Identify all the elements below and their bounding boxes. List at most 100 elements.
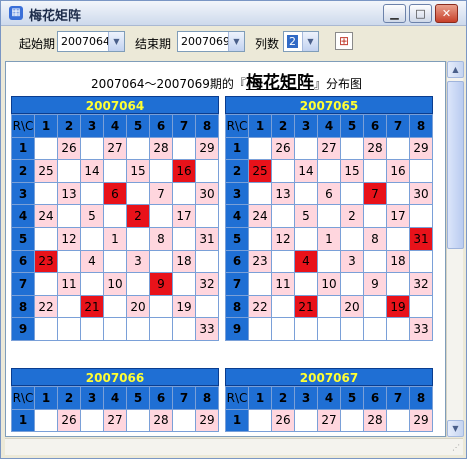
title-bar[interactable]: ▦ 梅花矩阵 ▁ □ ✕ bbox=[1, 1, 466, 26]
number-cell: 27 bbox=[317, 408, 341, 433]
matrix-row: 6 23 4 3 18 bbox=[11, 249, 219, 274]
row-header: 1 bbox=[225, 408, 249, 433]
number-cell bbox=[340, 317, 364, 341]
number-cell: 31 bbox=[195, 226, 219, 251]
number-cell: 28 bbox=[149, 136, 173, 161]
number-cell bbox=[149, 204, 173, 228]
column-header: 4 bbox=[103, 386, 127, 410]
toolbar: 起始期 2007064 ▼ 结束期 2007069 ▼ 列数 2 ▼ ⊞ bbox=[1, 26, 466, 59]
app-window: ▦ 梅花矩阵 ▁ □ ✕ 起始期 2007064 ▼ 结束期 2007069 ▼… bbox=[0, 0, 467, 459]
number-cell bbox=[409, 159, 433, 183]
number-cell: 25 bbox=[34, 159, 58, 183]
matrix-row: 2 25 14 15 16 bbox=[11, 159, 219, 183]
row-header: 4 bbox=[11, 204, 35, 228]
column-header: 4 bbox=[317, 386, 341, 410]
scroll-thumb[interactable] bbox=[447, 81, 464, 249]
number-cell: 17 bbox=[386, 204, 410, 228]
number-cell bbox=[149, 317, 173, 341]
number-cell bbox=[195, 204, 219, 228]
close-button[interactable]: ✕ bbox=[435, 4, 458, 23]
number-cell: 26 bbox=[271, 136, 295, 161]
number-cell bbox=[57, 317, 81, 341]
matrix-row: 7 11 10 9 32 bbox=[11, 272, 219, 296]
row-header: 7 bbox=[225, 272, 249, 296]
column-header: 8 bbox=[195, 114, 219, 138]
number-cell bbox=[294, 181, 318, 206]
number-cell bbox=[363, 204, 387, 228]
number-cell: 10 bbox=[317, 272, 341, 296]
row-header: 6 bbox=[225, 249, 249, 274]
columns-select[interactable]: 2 ▼ bbox=[283, 31, 319, 52]
column-header: 8 bbox=[195, 386, 219, 410]
number-cell: 3 bbox=[126, 249, 150, 274]
number-cell bbox=[172, 317, 196, 341]
chevron-down-icon[interactable]: ▼ bbox=[302, 32, 318, 51]
start-period-select[interactable]: 2007064 ▼ bbox=[57, 31, 125, 52]
column-header: 7 bbox=[172, 114, 196, 138]
matrix-header-row: R\C 1 2 3 4 5 6 7 8 bbox=[11, 386, 219, 410]
scroll-up-icon[interactable]: ▲ bbox=[447, 61, 464, 78]
number-cell bbox=[340, 226, 364, 251]
row-header: 5 bbox=[11, 226, 35, 251]
heading-prefix: 2007064～2007069期的『 bbox=[91, 77, 246, 91]
number-cell bbox=[80, 408, 104, 433]
number-cell bbox=[172, 272, 196, 296]
number-cell bbox=[34, 181, 58, 206]
number-cell: 22 bbox=[248, 294, 272, 319]
number-cell bbox=[149, 159, 173, 183]
row-header: 4 bbox=[225, 204, 249, 228]
column-header: 1 bbox=[248, 386, 272, 410]
number-cell: 28 bbox=[363, 136, 387, 161]
number-cell bbox=[195, 249, 219, 274]
vertical-scrollbar[interactable]: ▲ ▼ bbox=[446, 61, 464, 437]
number-cell bbox=[317, 317, 341, 341]
matrix-header-row: R\C 1 2 3 4 5 6 7 8 bbox=[11, 114, 219, 138]
grid-icon[interactable]: ⊞ bbox=[335, 32, 353, 50]
chevron-down-icon[interactable]: ▼ bbox=[228, 32, 244, 51]
resize-grip-icon[interactable]: ⋰ bbox=[452, 443, 460, 452]
number-cell bbox=[126, 136, 150, 161]
matrix-row: 1 26 27 28 29 bbox=[11, 136, 219, 161]
number-cell bbox=[386, 181, 410, 206]
number-cell bbox=[386, 317, 410, 341]
scroll-down-icon[interactable]: ▼ bbox=[447, 420, 464, 437]
number-cell: 18 bbox=[386, 249, 410, 274]
corner-cell: R\C bbox=[11, 114, 35, 138]
matrix-row: 9 33 bbox=[11, 317, 219, 341]
column-header: 1 bbox=[34, 114, 58, 138]
number-cell: 30 bbox=[195, 181, 219, 206]
matrix-row: 8 22 21 20 19 bbox=[225, 294, 433, 319]
matrix-row: 4 24 5 2 17 bbox=[225, 204, 433, 228]
matrix-header-row: R\C 1 2 3 4 5 6 7 8 bbox=[225, 386, 433, 410]
column-header: 6 bbox=[149, 114, 173, 138]
number-cell bbox=[317, 294, 341, 319]
number-cell bbox=[103, 159, 127, 183]
number-cell bbox=[363, 159, 387, 183]
minimize-button[interactable]: ▁ bbox=[383, 4, 406, 23]
number-cell: 1 bbox=[103, 226, 127, 251]
number-cell: 26 bbox=[57, 136, 81, 161]
column-header: 2 bbox=[57, 386, 81, 410]
number-cell bbox=[340, 272, 364, 296]
hit-number-cell: 23 bbox=[34, 249, 58, 274]
number-cell: 32 bbox=[195, 272, 219, 296]
number-cell bbox=[172, 226, 196, 251]
number-cell bbox=[149, 294, 173, 319]
number-cell bbox=[80, 181, 104, 206]
column-header: 3 bbox=[80, 114, 104, 138]
maximize-button[interactable]: □ bbox=[409, 4, 432, 23]
number-cell bbox=[57, 249, 81, 274]
number-cell: 26 bbox=[57, 408, 81, 433]
number-cell bbox=[317, 249, 341, 274]
number-cell: 14 bbox=[294, 159, 318, 183]
number-cell bbox=[126, 317, 150, 341]
column-header: 1 bbox=[34, 386, 58, 410]
number-cell bbox=[195, 159, 219, 183]
corner-cell: R\C bbox=[11, 386, 35, 410]
number-cell: 13 bbox=[57, 181, 81, 206]
matrix-row: 5 12 1 8 31 bbox=[11, 226, 219, 251]
number-cell bbox=[149, 249, 173, 274]
number-cell: 29 bbox=[195, 136, 219, 161]
end-period-select[interactable]: 2007069 ▼ bbox=[177, 31, 245, 52]
chevron-down-icon[interactable]: ▼ bbox=[108, 32, 124, 51]
